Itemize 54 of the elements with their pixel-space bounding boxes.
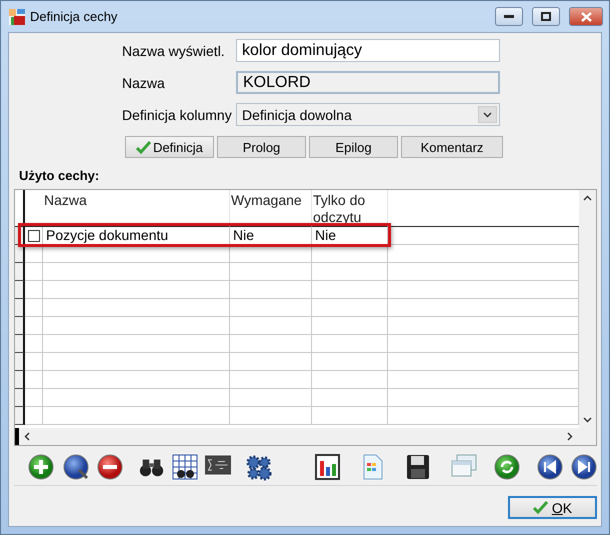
maximize-icon [541,12,551,21]
chevron-right-icon[interactable] [565,432,574,441]
add-icon[interactable] [28,454,54,480]
last-record-icon[interactable] [571,454,597,480]
minimize-button[interactable] [495,7,523,26]
row-header[interactable] [15,407,25,425]
check-icon [532,501,548,514]
maximize-button[interactable] [532,7,560,26]
chevron-up-icon[interactable] [583,194,592,203]
close-button[interactable] [569,7,603,26]
row-header[interactable] [15,299,25,317]
column-header[interactable]: Wymagane [230,190,312,227]
chevron-down-icon[interactable] [583,415,592,424]
checkbox[interactable] [28,230,40,242]
tab[interactable]: Epilog [309,136,398,158]
table-cell: Pozycje dokumentu [43,227,230,245]
table-cell: Nie [312,227,388,245]
row-header[interactable] [15,317,25,335]
tab[interactable]: Definicja [125,136,214,158]
first-record-icon[interactable] [537,454,563,480]
input-field[interactable]: kolor dominujący [236,39,500,62]
row-header[interactable] [15,335,25,353]
row-header[interactable] [15,353,25,371]
field-label: Definicja kolumny [122,106,233,122]
row-header[interactable] [15,281,25,299]
table-cell: Nie [230,227,312,245]
tab[interactable]: Prolog [217,136,306,158]
gears-icon[interactable] [246,454,272,480]
readonly-field[interactable]: KOLORD [236,71,500,94]
chevron-left-icon[interactable] [23,432,32,441]
column-header[interactable]: Tylko do odczytu [312,190,388,227]
row-header[interactable] [15,263,25,281]
vertical-scrollbar[interactable] [579,190,596,428]
field-label: Nazwa wyświetl. [122,42,226,58]
minimize-icon [504,14,514,18]
app-icon [9,8,25,24]
window-title: Definicja cechy [30,9,118,24]
tab[interactable]: Komentarz [401,136,503,158]
table-search-icon[interactable] [172,454,198,480]
horizontal-scrollbar[interactable] [15,428,596,445]
ok-button[interactable]: OK [508,496,597,519]
field-label: Nazwa [122,74,166,90]
row-header[interactable] [15,245,25,263]
column-header[interactable]: Nazwa [43,190,230,227]
close-icon [580,12,592,22]
row-header[interactable] [15,371,25,389]
search-icon[interactable] [63,454,89,480]
remove-icon[interactable] [97,454,123,480]
section-label: Użyto cechy: [19,168,100,183]
check-icon [136,140,152,154]
row-header[interactable] [15,389,25,407]
save-icon[interactable] [406,454,431,480]
refresh-icon[interactable] [494,454,520,480]
bar-chart-icon[interactable] [315,454,341,480]
